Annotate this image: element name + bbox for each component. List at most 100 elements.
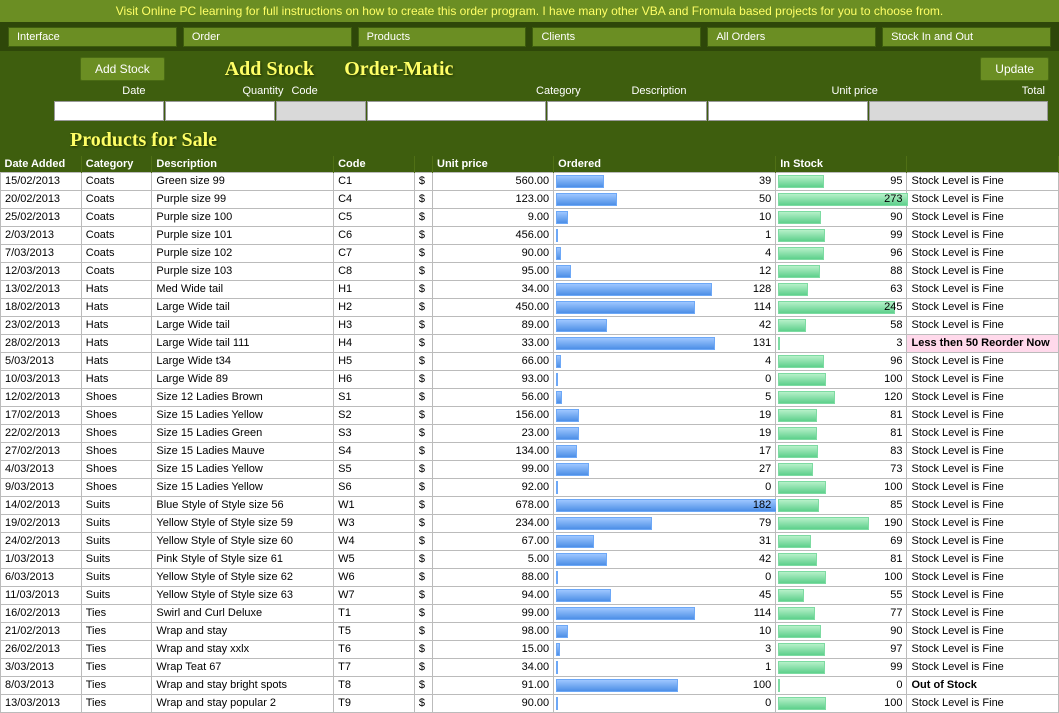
- status-badge: Stock Level is Fine: [907, 425, 1059, 443]
- table-row[interactable]: 25/02/2013CoatsPurple size 100C5$9.00109…: [1, 209, 1059, 227]
- table-row[interactable]: 3/03/2013TiesWrap Teat 67T7$34.00199Stoc…: [1, 659, 1059, 677]
- title-add-stock: Add Stock: [225, 58, 314, 81]
- date-input[interactable]: [54, 101, 164, 121]
- status-badge: Stock Level is Fine: [907, 443, 1059, 461]
- status-badge: Stock Level is Fine: [907, 245, 1059, 263]
- status-badge: Stock Level is Fine: [907, 173, 1059, 191]
- status-badge: Stock Level is Fine: [907, 191, 1059, 209]
- table-row[interactable]: 16/02/2013TiesSwirl and Curl DeluxeT1$99…: [1, 605, 1059, 623]
- status-badge: Stock Level is Fine: [907, 551, 1059, 569]
- update-button[interactable]: Update: [980, 57, 1049, 81]
- col-curr: [414, 156, 432, 173]
- status-badge: Less then 50 Reorder Now: [907, 335, 1059, 353]
- tab-allorders[interactable]: All Orders: [707, 27, 876, 47]
- table-row[interactable]: 2/03/2013CoatsPurple size 101C6$456.0019…: [1, 227, 1059, 245]
- table-row[interactable]: 12/03/2013CoatsPurple size 103C8$95.0012…: [1, 263, 1059, 281]
- head-date: Date: [83, 83, 185, 99]
- table-row[interactable]: 22/02/2013ShoesSize 15 Ladies GreenS3$23…: [1, 425, 1059, 443]
- tab-stock[interactable]: Stock In and Out: [882, 27, 1051, 47]
- head-cat: Category: [371, 83, 584, 99]
- table-row[interactable]: 7/03/2013CoatsPurple size 102C7$90.00496…: [1, 245, 1059, 263]
- table-row[interactable]: 19/02/2013SuitsYellow Style of Style siz…: [1, 515, 1059, 533]
- tab-clients[interactable]: Clients: [532, 27, 701, 47]
- table-row[interactable]: 18/02/2013HatsLarge Wide tailH2$450.0011…: [1, 299, 1059, 317]
- table-row[interactable]: 9/03/2013ShoesSize 15 Ladies YellowS6$92…: [1, 479, 1059, 497]
- head-qty: Quantity: [185, 83, 287, 99]
- description-input[interactable]: [547, 101, 707, 121]
- head-code: Code: [287, 83, 371, 99]
- table-row[interactable]: 28/02/2013HatsLarge Wide tail 111H4$33.0…: [1, 335, 1059, 353]
- status-badge: Stock Level is Fine: [907, 281, 1059, 299]
- code-input[interactable]: [276, 101, 366, 121]
- banner: Visit Online PC learning for full instru…: [0, 0, 1059, 23]
- tab-interface[interactable]: Interface: [8, 27, 177, 47]
- status-badge: Stock Level is Fine: [907, 659, 1059, 677]
- col-date[interactable]: Date Added: [1, 156, 82, 173]
- table-row[interactable]: 14/02/2013SuitsBlue Style of Style size …: [1, 497, 1059, 515]
- total-input[interactable]: [869, 101, 1048, 121]
- col-code[interactable]: Code: [334, 156, 415, 173]
- status-badge: Stock Level is Fine: [907, 605, 1059, 623]
- table-row[interactable]: 6/03/2013SuitsYellow Style of Style size…: [1, 569, 1059, 587]
- table-row[interactable]: 10/03/2013HatsLarge Wide 89H6$93.000100S…: [1, 371, 1059, 389]
- status-badge: Stock Level is Fine: [907, 299, 1059, 317]
- entry-header: Date Quantity Code Category Description …: [0, 83, 1059, 99]
- head-total: Total: [882, 83, 1049, 99]
- head-uprice: Unit price: [733, 83, 882, 99]
- col-stock[interactable]: In Stock: [776, 156, 907, 173]
- table-row[interactable]: 4/03/2013ShoesSize 15 Ladies YellowS5$99…: [1, 461, 1059, 479]
- unitprice-input[interactable]: [708, 101, 868, 121]
- table-row[interactable]: 23/02/2013HatsLarge Wide tailH3$89.00425…: [1, 317, 1059, 335]
- table-row[interactable]: 5/03/2013HatsLarge Wide t34H5$66.00496St…: [1, 353, 1059, 371]
- status-badge: Stock Level is Fine: [907, 515, 1059, 533]
- col-desc[interactable]: Description: [152, 156, 334, 173]
- status-badge: Stock Level is Fine: [907, 497, 1059, 515]
- table-row[interactable]: 1/03/2013SuitsPink Style of Style size 6…: [1, 551, 1059, 569]
- status-badge: Stock Level is Fine: [907, 623, 1059, 641]
- table-row[interactable]: 17/02/2013ShoesSize 15 Ladies YellowS2$1…: [1, 407, 1059, 425]
- table-row[interactable]: 13/02/2013HatsMed Wide tailH1$34.0012863…: [1, 281, 1059, 299]
- status-badge: Stock Level is Fine: [907, 263, 1059, 281]
- entry-row: [0, 99, 1059, 127]
- table-row[interactable]: 13/03/2013TiesWrap and stay popular 2T9$…: [1, 695, 1059, 713]
- table-row[interactable]: 12/02/2013ShoesSize 12 Ladies BrownS1$56…: [1, 389, 1059, 407]
- table-row[interactable]: 27/02/2013ShoesSize 15 Ladies MauveS4$13…: [1, 443, 1059, 461]
- col-uprice[interactable]: Unit price: [433, 156, 554, 173]
- status-badge: Stock Level is Fine: [907, 479, 1059, 497]
- col-cat[interactable]: Category: [81, 156, 152, 173]
- status-badge: Stock Level is Fine: [907, 569, 1059, 587]
- nav-tabs: Interface Order Products Clients All Ord…: [0, 23, 1059, 51]
- add-stock-button[interactable]: Add Stock: [80, 57, 165, 81]
- status-badge: Stock Level is Fine: [907, 695, 1059, 713]
- table-row[interactable]: 21/02/2013TiesWrap and stayT5$98.001090S…: [1, 623, 1059, 641]
- table-row[interactable]: 15/02/2013CoatsGreen size 99C1$560.00399…: [1, 173, 1059, 191]
- status-badge: Stock Level is Fine: [907, 641, 1059, 659]
- title-order-matic: Order-Matic: [344, 58, 453, 81]
- status-badge: Stock Level is Fine: [907, 371, 1059, 389]
- status-badge: Stock Level is Fine: [907, 389, 1059, 407]
- status-badge: Stock Level is Fine: [907, 353, 1059, 371]
- category-input[interactable]: [367, 101, 546, 121]
- status-badge: Stock Level is Fine: [907, 407, 1059, 425]
- col-status: [907, 156, 1059, 173]
- products-grid: Date Added Category Description Code Uni…: [0, 156, 1059, 713]
- tab-products[interactable]: Products: [358, 27, 527, 47]
- table-row[interactable]: 24/02/2013SuitsYellow Style of Style siz…: [1, 533, 1059, 551]
- quantity-input[interactable]: [165, 101, 275, 121]
- head-desc: Description: [585, 83, 734, 99]
- status-badge: Stock Level is Fine: [907, 209, 1059, 227]
- status-badge: Stock Level is Fine: [907, 587, 1059, 605]
- status-badge: Stock Level is Fine: [907, 461, 1059, 479]
- tab-order[interactable]: Order: [183, 27, 352, 47]
- status-badge: Out of Stock: [907, 677, 1059, 695]
- table-row[interactable]: 11/03/2013SuitsYellow Style of Style siz…: [1, 587, 1059, 605]
- status-badge: Stock Level is Fine: [907, 227, 1059, 245]
- table-row[interactable]: 20/02/2013CoatsPurple size 99C4$123.0050…: [1, 191, 1059, 209]
- status-badge: Stock Level is Fine: [907, 317, 1059, 335]
- topbar: Add Stock Add Stock Order-Matic Update: [0, 51, 1059, 83]
- section-title: Products for Sale: [0, 127, 1059, 156]
- table-row[interactable]: 8/03/2013TiesWrap and stay bright spotsT…: [1, 677, 1059, 695]
- col-ord[interactable]: Ordered: [554, 156, 776, 173]
- status-badge: Stock Level is Fine: [907, 533, 1059, 551]
- table-row[interactable]: 26/02/2013TiesWrap and stay xxlxT6$15.00…: [1, 641, 1059, 659]
